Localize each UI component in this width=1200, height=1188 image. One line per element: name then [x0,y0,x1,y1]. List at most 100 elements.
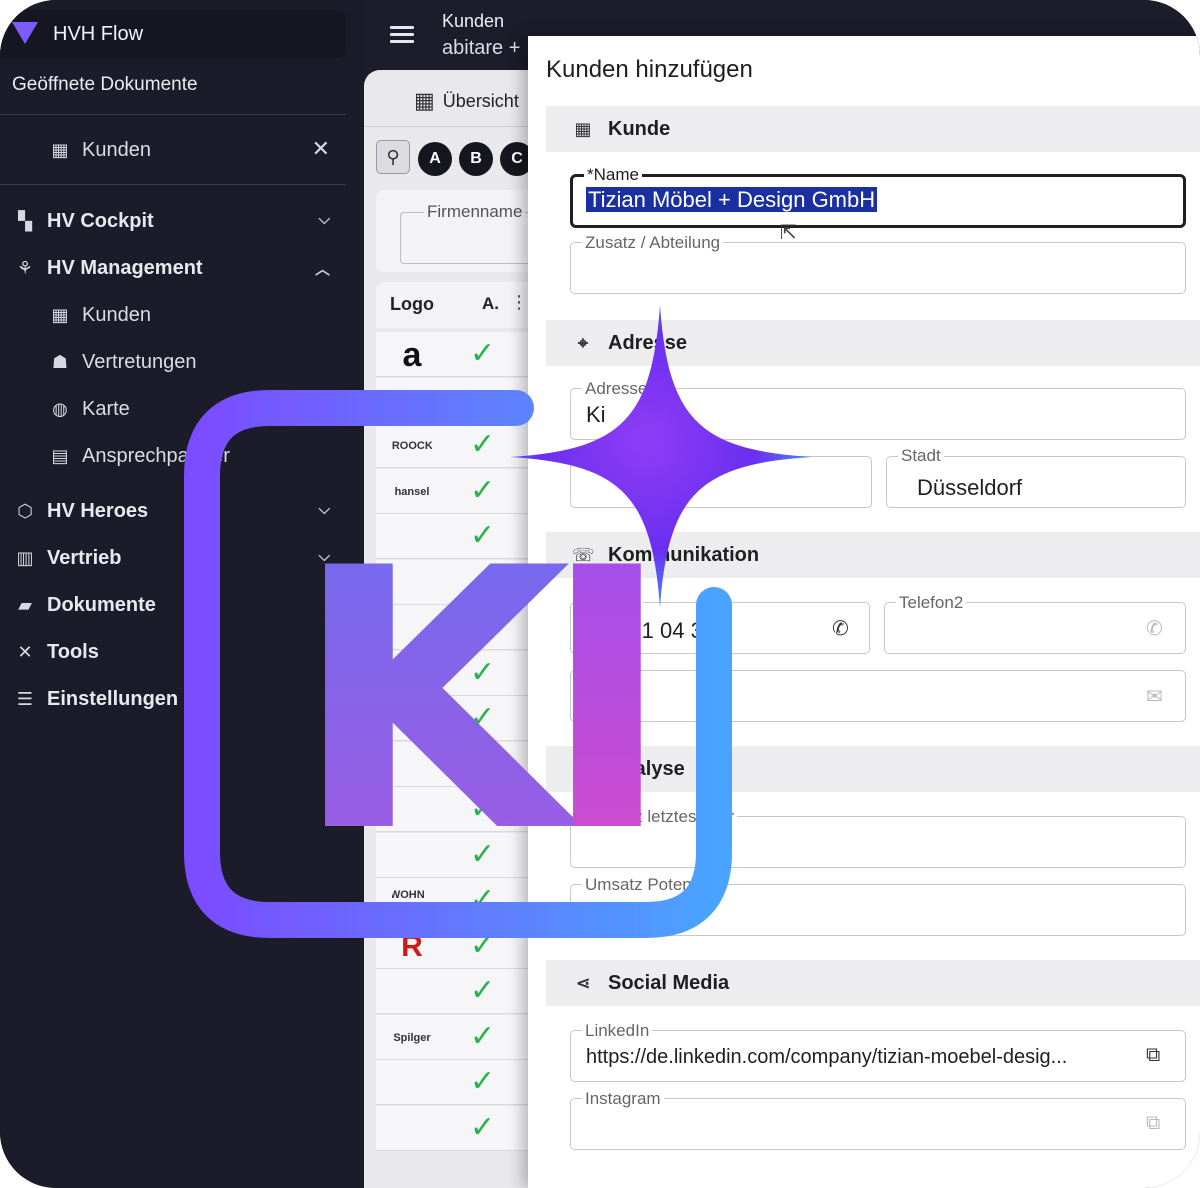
table-row[interactable]: Spilger ✓ [376,1014,544,1060]
check-icon: ✓ [470,655,496,689]
table-row[interactable]: ✓ [376,696,544,741]
company-logo [392,979,432,1005]
sidebar-item-label: HV Management [47,256,203,279]
building-icon: ▦ [51,139,69,160]
close-icon[interactable]: ✕ [312,136,330,162]
sidebar-item-hv-management[interactable]: ⚘ HV Management ︿ [0,248,346,288]
sidebar-item-einstellungen[interactable]: ☰ Einstellungen [0,679,346,719]
menu-icon[interactable] [390,26,414,44]
name-field-value-wrap: Tizian Möbel + Design GmbH [586,187,878,213]
sidebar-item-tools[interactable]: ✕ Tools [0,632,346,672]
section-title: Kunde [608,117,671,140]
open-link-icon[interactable]: ⧉ [1146,1044,1160,1067]
search-icon[interactable]: ⚲ [376,140,410,174]
building-icon: ▦ [574,118,592,139]
sidebar-item-label: Kunden [82,303,151,326]
brand-name: HVH Flow [53,23,144,45]
firmenname-filter-label: Firmenname [424,202,526,222]
column-header-a[interactable]: A. [482,294,499,314]
sidebar-item-ansprechpartner[interactable]: ▤ Ansprechpartner [0,436,346,476]
linkedin-field-value: https://de.linkedin.com/company/tizian-m… [586,1046,1068,1068]
sidebar-item-vertrieb[interactable]: ▥ Vertrieb ⌵ [0,538,346,578]
table-row[interactable]: ✓ [376,787,544,832]
table-row[interactable]: ✓ [376,969,544,1014]
company-logo: Spilger [393,1031,431,1044]
tab-uebersicht[interactable]: ▦ Übersicht [414,88,519,114]
company-logo [392,524,432,550]
section-title: Social Media [608,971,730,994]
email-field[interactable] [570,670,1186,722]
check-icon: ✓ [470,1065,496,1098]
open-doc-kunden[interactable]: ▦ Kunden ✕ [0,130,346,170]
chat-icon: ☏ [572,544,595,565]
table-row[interactable]: ✓ [376,514,544,559]
table-row[interactable]: WOHN KULTUR ✓ [376,878,544,923]
section-kommunikation: ☏ Kommunikation [546,532,1200,578]
alpha-filter-a[interactable]: A [418,142,452,176]
table-row[interactable]: ✓ [376,605,544,650]
check-icon: ✓ [470,473,496,507]
check-icon: ✓ [470,337,496,370]
plz-field[interactable] [570,456,872,508]
company-logo: BROOCKS [392,440,432,452]
mail-icon[interactable]: ✉ [1146,684,1163,709]
sidebar-item-label: Dokumente [47,593,156,616]
check-icon: ✓ [470,883,496,916]
table-row[interactable]: a ✓ [376,332,544,377]
stadt-field-label: Stadt [898,446,944,466]
company-logo [392,706,432,732]
building-icon: ▦ [414,88,435,113]
phone-icon[interactable]: ✆ [832,616,849,641]
check-icon: ✓ [470,1110,496,1144]
table-row[interactable]: ✓ [376,559,544,605]
chevron-up-icon: ︿ [314,261,330,278]
check-icon: ✓ [470,564,496,598]
sidebar-item-hv-heroes[interactable]: ⬡ HV Heroes ⌵ [0,491,346,531]
sidebar-item-kunden[interactable]: ▦ Kunden [0,295,346,335]
section-analyse: ▥ Analyse [546,746,1200,792]
column-header-logo[interactable]: Logo [390,294,434,315]
alpha-filter-b[interactable]: B [459,142,493,176]
table-row[interactable]: ✓ [376,650,544,696]
sidebar-item-dokumente[interactable]: ▰ Dokumente [0,585,346,625]
table-row[interactable]: ✓ [376,1105,544,1151]
table-row[interactable]: R ✓ [376,923,544,969]
app-frame: HVH Flow Geöffnete Dokumente ▦ Kunden ✕ … [0,0,1200,1188]
sidebar-item-vertretungen[interactable]: ☗ Vertretungen [0,342,346,382]
table-row[interactable]: BROOCKS ✓ [376,423,544,468]
brand-bar[interactable]: HVH Flow [0,10,346,58]
table-row[interactable]: hansel ✓ [376,468,544,514]
check-icon: ✓ [470,746,496,780]
open-link-icon[interactable]: ⧉ [1146,1112,1160,1135]
zusatz-field-label: Zusatz / Abteilung [582,233,724,253]
add-customer-dialog: Kunden hinzufügen ▦ Kunde *Name Tizian M… [528,36,1200,1188]
sidebar-item-hv-cockpit[interactable]: ▚ HV Cockpit ⌵ [0,201,346,241]
company-logo: a [402,342,422,368]
company-logo [392,388,432,414]
table-row[interactable]: ✓ [376,1060,544,1105]
sidebar-item-label: Ansprechpartner [82,444,230,467]
check-icon: ✓ [470,382,496,416]
chevron-down-icon: ⌵ [318,211,330,228]
divider [0,114,346,115]
name-field-label: *Name [584,165,642,185]
adresse-field-value: Ki [586,402,606,427]
instagram-field-label: Instagram [582,1089,664,1109]
sidebar-item-label: Einstellungen [47,687,179,710]
sidebar-item-label: HV Heroes [47,499,149,522]
table-row[interactable]: ✓ [376,741,544,787]
divider [364,126,544,127]
table-row[interactable]: ✓ [376,832,544,878]
section-title: Kommunikation [608,543,760,566]
column-menu-icon[interactable]: ⋮ [510,292,528,313]
sidebar-item-label: Vertrieb [47,546,122,569]
umsatz-potenzial-label: Umsatz Potenzial [582,875,721,895]
sidebar-item-karte[interactable]: ◍ Karte [0,389,346,429]
phone-icon[interactable]: ✆ [1146,616,1163,641]
adresse-field[interactable] [570,388,1186,440]
table-row[interactable]: ✓ [376,377,544,423]
section-title: Analyse [608,757,685,780]
adresse-field-label: Adresse [582,379,651,399]
bar-chart-icon: ▥ [16,547,34,568]
check-icon: ✓ [470,519,496,552]
